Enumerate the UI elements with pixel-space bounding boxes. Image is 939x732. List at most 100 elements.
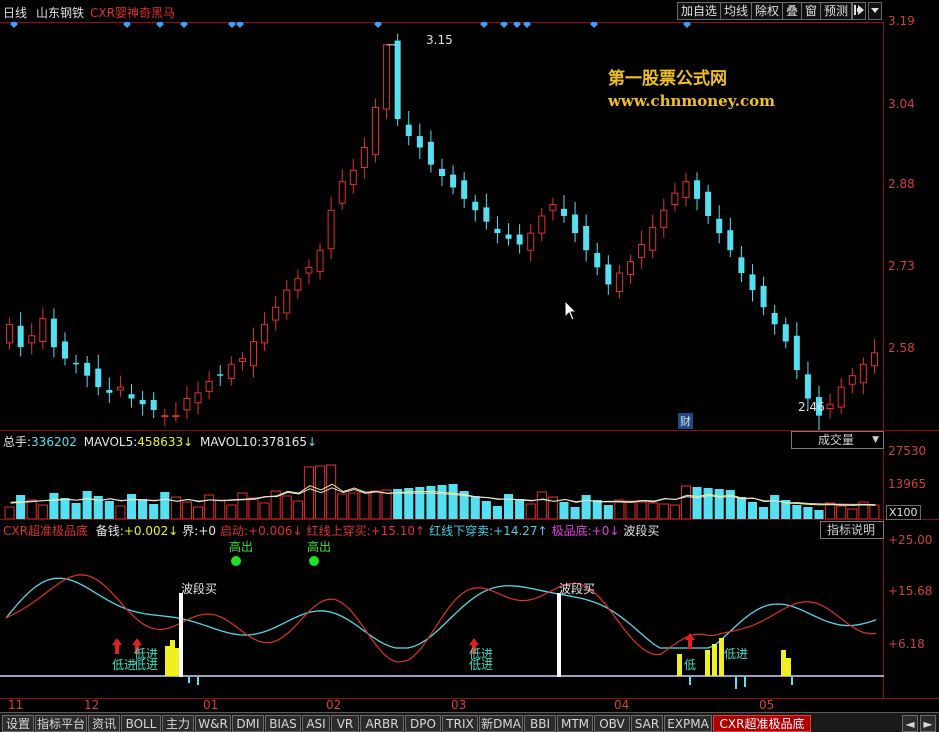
tab-bias[interactable]: BIAS <box>265 715 301 732</box>
ex-rights-button[interactable]: 除权 <box>751 2 784 20</box>
volume-bar <box>138 499 148 519</box>
candle-body <box>516 234 523 245</box>
candle-body <box>116 386 124 391</box>
bottom-bar <box>781 650 786 676</box>
tab-cxr[interactable]: CXR超准极品底 <box>713 715 811 732</box>
indicator-param-value: +14.27↑ <box>493 524 548 538</box>
indicator-help-button[interactable]: 指标说明 <box>820 521 884 539</box>
scroll-left-icon[interactable]: ◄ <box>902 715 918 732</box>
volume-bar <box>747 502 758 519</box>
candle-body <box>161 415 169 418</box>
volume-bar <box>481 501 491 519</box>
candle-body <box>172 415 180 418</box>
volume-bar <box>536 491 547 519</box>
formula-name[interactable]: CXR婴神奇黑马 <box>90 4 175 21</box>
candle-body <box>416 136 423 148</box>
volume-bar <box>470 496 480 519</box>
volume-bar <box>26 499 37 519</box>
indicator-date-divider <box>0 698 939 699</box>
volume-bar <box>204 494 215 519</box>
tab-vr[interactable]: VR <box>331 715 359 732</box>
volume-chart[interactable] <box>0 450 884 519</box>
tab-dma[interactable]: 新DMA <box>479 715 523 732</box>
volume-bar <box>126 494 137 519</box>
tab-dmi[interactable]: DMI <box>232 715 264 732</box>
candle-body <box>804 374 811 399</box>
price-axis-label: 2.73 <box>888 259 915 273</box>
volume-bar <box>814 510 824 519</box>
tab-sar[interactable]: SAR <box>631 715 663 732</box>
candle-body <box>17 325 24 348</box>
candle-body <box>716 218 723 234</box>
candle-body <box>61 341 68 359</box>
date-label: 05 <box>759 698 775 712</box>
watermark-url: www.chnmoney.com <box>608 92 775 110</box>
tab-arbr[interactable]: ARBR <box>360 715 404 732</box>
candle-body <box>771 312 778 325</box>
menu-arrow-icon[interactable] <box>868 2 882 20</box>
pipe-arrow-icon[interactable] <box>852 2 866 20</box>
candle-body <box>183 398 191 411</box>
candlestick-chart[interactable] <box>0 22 884 430</box>
moving-average-button[interactable]: 均线 <box>720 2 753 20</box>
tab-asi[interactable]: ASI <box>302 715 330 732</box>
tab-indicator-platform[interactable]: 指标平台 <box>35 715 87 732</box>
candle-body <box>671 192 679 206</box>
candle-body <box>139 399 146 405</box>
signal-diamond-icon <box>156 22 164 28</box>
tab-wr[interactable]: W&R <box>195 715 231 732</box>
period-label[interactable]: 日线 <box>3 4 27 21</box>
add-favorite-button[interactable]: 加自选 <box>677 2 722 20</box>
overlay-button[interactable]: 叠 <box>782 2 803 20</box>
finance-badge[interactable]: 财 <box>678 413 693 429</box>
candle-body <box>527 232 535 251</box>
tab-settings[interactable]: 设置 <box>2 715 34 732</box>
tab-obv[interactable]: OBV <box>594 715 630 732</box>
tab-expma[interactable]: EXPMA <box>664 715 712 732</box>
candle-body <box>383 44 391 110</box>
tab-trix[interactable]: TRIX <box>442 715 478 732</box>
candle-body <box>238 358 246 362</box>
signal-diamond-icon <box>374 22 382 28</box>
volume-bar <box>503 494 514 519</box>
candle-body <box>349 169 357 186</box>
volume-bar <box>603 505 613 519</box>
volume-bar <box>115 505 126 519</box>
indicator-param-label: 红线下穿卖: <box>429 524 494 538</box>
date-label: 04 <box>614 698 630 712</box>
forecast-button[interactable]: 预测 <box>820 2 853 20</box>
volume-indicator-select[interactable]: 成交量 ▼ <box>791 431 884 449</box>
tab-indicator[interactable]: 主力 <box>162 715 194 732</box>
volume-bar <box>193 506 204 519</box>
tab-mtm[interactable]: MTM <box>557 715 593 732</box>
volume-bar <box>803 507 813 519</box>
candle-body <box>694 180 701 199</box>
volume-bar <box>647 502 658 519</box>
candle-body <box>294 278 302 291</box>
tab-bbi[interactable]: BBI <box>524 715 556 732</box>
candle-body <box>738 257 745 274</box>
volume-bar <box>759 507 769 519</box>
signal-diamond-icon <box>228 22 236 28</box>
candle-body <box>439 168 445 177</box>
scroll-right-icon[interactable]: ► <box>920 715 936 732</box>
volume-axis-label: 27530 <box>888 444 927 458</box>
volume-bar <box>281 495 292 519</box>
volume-bar <box>71 503 81 519</box>
tab-news[interactable]: 资讯 <box>88 715 120 732</box>
volume-bar <box>149 504 159 519</box>
tab-dpo[interactable]: DPO <box>405 715 441 732</box>
volume-bar <box>160 492 170 519</box>
window-button[interactable]: 窗 <box>801 2 822 20</box>
indicator-axis-label: +6.18 <box>888 637 925 651</box>
tab-boll[interactable]: BOLL <box>121 715 161 732</box>
candle-body <box>760 285 767 308</box>
indicator-chart[interactable] <box>0 538 884 698</box>
volume-bar <box>337 493 348 519</box>
candle-body <box>826 403 834 410</box>
candle-body <box>194 392 202 404</box>
candle-body <box>227 363 235 380</box>
candle-body <box>405 124 412 137</box>
volume-bar <box>836 505 847 519</box>
candle-body <box>283 289 291 314</box>
